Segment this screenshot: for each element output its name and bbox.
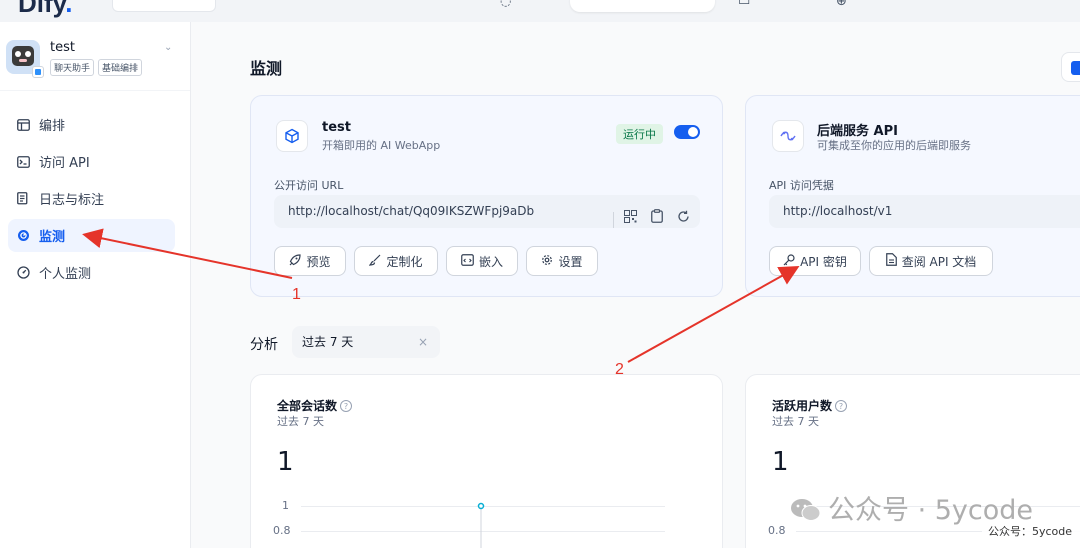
stat-card-conversations: 全部会话数? 过去 7 天 1 1 0.8 xyxy=(250,374,723,548)
key-icon xyxy=(783,253,795,269)
url-label: 公开访问 URL xyxy=(274,179,344,192)
top-bar: Dify. ◌ ▭ ⊕ xyxy=(0,0,1080,22)
corner-action-button[interactable] xyxy=(1061,52,1080,82)
stat-title: 活跃用户数? xyxy=(772,397,848,414)
help-icon[interactable]: ? xyxy=(835,400,848,412)
dify-logo[interactable]: Dify. xyxy=(18,0,72,19)
watermark-badge: 公众号：5ycode xyxy=(982,520,1080,544)
api-url-text: http://localhost/v1 xyxy=(783,204,893,218)
period-value: 过去 7 天 xyxy=(302,335,354,349)
embed-label: 嵌入 xyxy=(478,254,503,269)
webapp-subtitle: 开箱即用的 AI WebApp xyxy=(322,139,441,152)
api-key-label: API 密钥 xyxy=(800,254,847,269)
gauge-outline-icon xyxy=(16,266,30,280)
analysis-label: 分析 xyxy=(250,337,278,353)
divider xyxy=(613,211,614,228)
status-badge: 运行中 xyxy=(616,124,663,144)
sidebar-item-label: 个人监测 xyxy=(39,267,92,282)
y-tick-label: 0.8 xyxy=(768,524,786,537)
sidebar-item-label: 监测 xyxy=(39,230,66,245)
api-key-button[interactable]: API 密钥 xyxy=(769,246,861,276)
sidebar-item-label: 编排 xyxy=(39,119,66,134)
refresh-icon[interactable] xyxy=(677,203,690,236)
api-url-field: http://localhost/v1 xyxy=(769,195,1080,228)
qrcode-icon[interactable] xyxy=(624,203,637,236)
clear-icon[interactable]: × xyxy=(418,326,428,358)
api-card: 后端服务 API 可集成至你的应用的后端即服务 API 访问凭据 http://… xyxy=(745,95,1080,297)
embed-icon xyxy=(461,253,474,269)
webapp-title: test xyxy=(322,120,351,135)
webapp-toggle[interactable] xyxy=(674,125,700,139)
nav-explore-icon[interactable]: ◌ xyxy=(500,0,511,9)
stat-period: 过去 7 天 xyxy=(772,415,819,428)
api-subtitle: 可集成至你的应用的后端即服务 xyxy=(817,139,971,152)
annotation-number-1: 1 xyxy=(292,286,301,303)
settings-button[interactable]: 设置 xyxy=(526,246,598,276)
data-point xyxy=(477,502,485,510)
stat-value: 1 xyxy=(772,447,789,477)
app-type-badge-icon xyxy=(32,66,44,78)
sidebar: test ⌄ 聊天助手 基础编排 编排 访问 API 日志与标注 监测 个人监测 xyxy=(0,22,191,548)
main-content: 监测 test 开箱即用的 AI WebApp 运行中 公开访问 URL htt… xyxy=(191,22,1080,548)
sidebar-item-logs[interactable]: 日志与标注 xyxy=(8,182,175,215)
sidebar-item-orchestrate[interactable]: 编排 xyxy=(8,108,175,141)
document-icon xyxy=(16,192,30,206)
document-icon xyxy=(885,253,897,269)
nav-knowledge-icon[interactable]: ▭ xyxy=(738,0,750,9)
api-docs-label: 查阅 API 文档 xyxy=(901,254,977,269)
sidebar-item-api[interactable]: 访问 API xyxy=(8,145,175,178)
api-docs-button[interactable]: 查阅 API 文档 xyxy=(869,246,993,276)
app-name: test xyxy=(50,40,75,55)
webapp-card: test 开箱即用的 AI WebApp 运行中 公开访问 URL http:/… xyxy=(250,95,723,297)
brush-icon xyxy=(368,254,381,269)
settings-label: 设置 xyxy=(558,254,583,269)
rocket-icon xyxy=(289,253,302,269)
embed-button[interactable]: 嵌入 xyxy=(446,246,518,276)
annotation-number-2: 2 xyxy=(615,361,624,378)
gauge-icon xyxy=(16,229,30,243)
sidebar-divider xyxy=(0,90,190,91)
chevron-down-icon[interactable]: ⌄ xyxy=(164,42,172,53)
clipboard-icon[interactable] xyxy=(651,203,663,236)
sidebar-item-personal-monitoring[interactable]: 个人监测 xyxy=(8,256,175,289)
chart-plot xyxy=(477,502,485,548)
api-credential-label: API 访问凭据 xyxy=(769,179,834,192)
workspace-selector[interactable] xyxy=(112,0,216,12)
gear-icon xyxy=(541,254,553,269)
page-title: 监测 xyxy=(250,59,283,78)
api-icon xyxy=(772,120,804,152)
preview-label: 预览 xyxy=(306,254,331,269)
sidebar-item-label: 日志与标注 xyxy=(39,193,105,208)
cube-icon xyxy=(276,120,308,152)
sidebar-menu: 编排 访问 API 日志与标注 监测 个人监测 xyxy=(8,108,175,293)
sidebar-item-label: 访问 API xyxy=(39,156,90,171)
public-url-text: http://localhost/chat/Qq09IKSZWFpj9aDb xyxy=(288,204,535,218)
layout-icon xyxy=(16,118,30,132)
terminal-icon xyxy=(16,155,30,169)
preview-button[interactable]: 预览 xyxy=(274,246,346,276)
customize-button[interactable]: 定制化 xyxy=(354,246,438,276)
app-mode-tag: 聊天助手 xyxy=(50,59,95,76)
app-orchestration-tag: 基础编排 xyxy=(98,59,143,76)
wechat-icon xyxy=(790,497,822,523)
nav-tools-icon[interactable]: ⊕ xyxy=(836,0,847,9)
nav-studio-tab[interactable] xyxy=(570,0,715,12)
sidebar-item-monitoring[interactable]: 监测 xyxy=(8,219,175,252)
period-select[interactable]: 过去 7 天 × xyxy=(292,326,440,358)
customize-label: 定制化 xyxy=(386,254,423,269)
public-url-field: http://localhost/chat/Qq09IKSZWFpj9aDb xyxy=(274,195,700,228)
